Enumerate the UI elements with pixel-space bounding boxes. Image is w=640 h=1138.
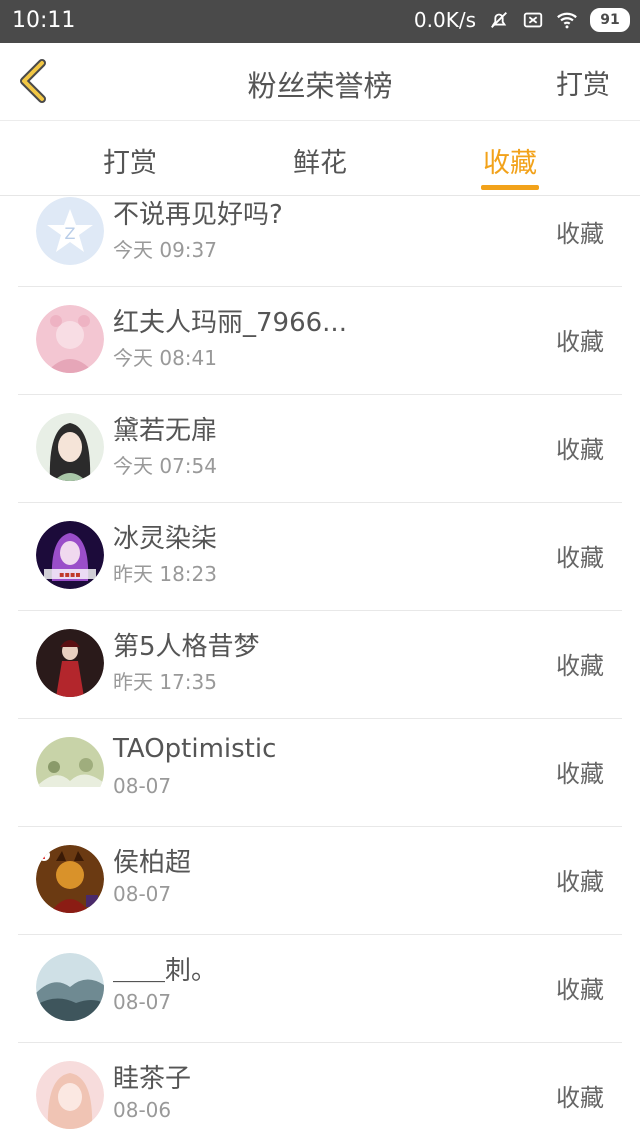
- list-item[interactable]: 第5人格昔梦 昨天 17:35 收藏: [18, 610, 622, 719]
- user-name: 眭茶子: [113, 1064, 192, 1094]
- list-item[interactable]: TAOptimistic 08-07 收藏: [18, 718, 622, 827]
- tab-active-indicator: [481, 185, 539, 190]
- user-name: ＿＿刺。: [113, 956, 218, 986]
- avatar: [36, 413, 104, 481]
- avatar: !: [36, 845, 104, 913]
- user-name: 不说再见好吗?: [113, 200, 283, 230]
- tab-favorites[interactable]: 收藏: [450, 141, 570, 180]
- user-name: 侯柏超: [113, 848, 192, 878]
- timestamp: 今天 09:37: [113, 238, 217, 262]
- list-item[interactable]: ▪▪▪▪ 冰灵染柒 昨天 18:23 收藏: [18, 502, 622, 611]
- avatar: Z: [36, 197, 104, 265]
- user-name: 冰灵染柒: [113, 524, 218, 554]
- svg-text:Z: Z: [65, 224, 76, 243]
- timestamp: 昨天 17:35: [113, 670, 217, 694]
- fan-list: Z 不说再见好吗? 今天 09:37 收藏 红夫人玛丽_7966... 今天 0…: [0, 196, 640, 1138]
- action-label: 收藏: [556, 436, 604, 464]
- timestamp: 今天 08:41: [113, 346, 217, 370]
- action-label: 收藏: [556, 220, 604, 248]
- list-item[interactable]: 黛若无扉 今天 07:54 收藏: [18, 394, 622, 503]
- sim-off-icon: [523, 12, 543, 28]
- list-item[interactable]: 红夫人玛丽_7966... 今天 08:41 收藏: [18, 286, 622, 395]
- avatar: [36, 737, 104, 805]
- wifi-icon: [557, 12, 577, 29]
- list-item[interactable]: ＿＿刺。 08-07 收藏: [18, 934, 622, 1043]
- timestamp: 08-07: [113, 990, 172, 1014]
- nav-bar: 粉丝荣誉榜 打赏: [0, 43, 640, 121]
- reward-button[interactable]: 打赏: [556, 63, 610, 102]
- user-name: 黛若无扉: [113, 416, 218, 446]
- timestamp: 08-07: [113, 882, 172, 906]
- user-name: 第5人格昔梦: [113, 632, 260, 662]
- timestamp: 昨天 18:23: [113, 562, 217, 586]
- status-icons: 0.0K/s 91: [414, 8, 630, 32]
- avatar: [36, 305, 104, 373]
- tab-flowers[interactable]: 鲜花: [260, 141, 380, 180]
- timestamp: 08-06: [113, 1098, 172, 1122]
- avatar: [36, 1061, 104, 1129]
- avatar: ▪▪▪▪: [36, 521, 104, 589]
- action-label: 收藏: [556, 1084, 604, 1112]
- list-item[interactable]: Z 不说再见好吗? 今天 09:37 收藏: [18, 196, 622, 287]
- battery-icon: 91: [590, 8, 630, 32]
- avatar: [36, 953, 104, 1021]
- action-label: 收藏: [556, 652, 604, 680]
- tab-reward[interactable]: 打赏: [70, 141, 190, 180]
- timestamp: 今天 07:54: [113, 454, 217, 478]
- list-item[interactable]: ! 侯柏超 08-07 收藏: [18, 826, 622, 935]
- svg-text:▪▪▪▪: ▪▪▪▪: [59, 570, 81, 579]
- action-label: 收藏: [556, 976, 604, 1004]
- action-label: 收藏: [556, 544, 604, 572]
- action-label: 收藏: [556, 760, 604, 788]
- avatar: [36, 629, 104, 697]
- page-title: 粉丝荣誉榜: [247, 69, 393, 103]
- action-label: 收藏: [556, 868, 604, 896]
- status-bar: 10:11 0.0K/s 91: [0, 0, 640, 43]
- tab-bar: 打赏 鲜花 收藏: [0, 121, 640, 196]
- net-speed: 0.0K/s: [413, 8, 476, 32]
- action-label: 收藏: [556, 328, 604, 356]
- svg-text:!: !: [42, 851, 47, 862]
- user-name: 红夫人玛丽_7966...: [113, 308, 347, 338]
- list-item[interactable]: 眭茶子 08-06 收藏: [18, 1042, 622, 1138]
- mute-bell-icon: [491, 12, 507, 28]
- status-time: 10:11: [12, 8, 76, 33]
- timestamp: 08-07: [113, 774, 172, 798]
- user-name: TAOptimistic: [113, 734, 277, 764]
